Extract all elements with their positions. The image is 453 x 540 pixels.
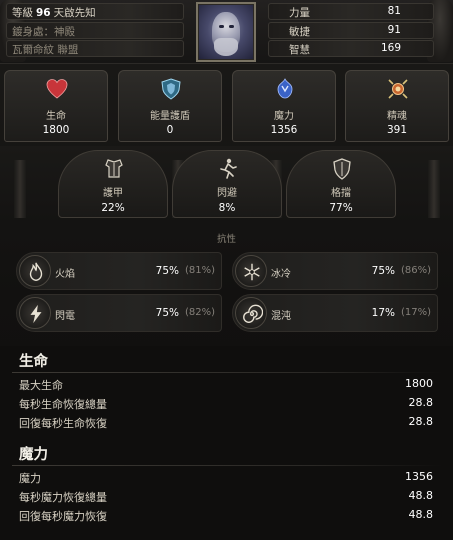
row-label: 每秒魔力恢復總量: [19, 491, 107, 504]
row-value: 48.8: [408, 508, 434, 521]
stat-label: 能量護盾: [150, 111, 190, 122]
defense-evasion[interactable]: 閃避 8%: [172, 150, 282, 218]
chaos-icon: [243, 304, 263, 323]
row-label: 回復每秒生命恢復: [19, 417, 107, 430]
life-row[interactable]: 回復每秒生命恢復 28.8: [12, 413, 442, 431]
attribute-value: 91: [387, 24, 401, 36]
heart-icon: [46, 79, 68, 99]
stat-label: 生命: [46, 111, 66, 122]
row-label: 每秒生命恢復總量: [19, 398, 107, 411]
stat-spirit[interactable]: 精魂 391: [345, 70, 449, 142]
attribute-label: 智慧: [289, 44, 310, 56]
mana-section-title: 魔力: [19, 447, 48, 463]
cold-icon: [244, 263, 260, 281]
mana-icon: [277, 78, 293, 99]
resistance-fire[interactable]: 火焰 75% (81%): [16, 252, 222, 290]
defense-armour[interactable]: 護甲 22%: [58, 150, 168, 218]
spirit-icon: [388, 79, 408, 99]
defense-label: 護甲: [103, 188, 123, 199]
row-value: 28.8: [408, 396, 434, 409]
attribute-strength[interactable]: 力量 81: [268, 3, 434, 20]
life-row[interactable]: 每秒生命恢復總量 28.8: [12, 394, 442, 412]
resistance-value: 75%: [371, 265, 395, 277]
armour-icon: [105, 159, 123, 178]
resistance-cold[interactable]: 冰冷 75% (86%): [232, 252, 438, 290]
attribute-value: 169: [380, 42, 401, 54]
stat-value: 391: [386, 124, 408, 136]
resistance-lightning[interactable]: 閃電 75% (82%): [16, 294, 222, 332]
evasion-icon: [220, 158, 237, 179]
resistance-icon-ring: [19, 255, 51, 287]
level-value: 96: [36, 7, 51, 19]
resistance-value: 17%: [371, 307, 395, 319]
resistance-label: 閃電: [55, 311, 75, 322]
pillar-ornament: [14, 160, 26, 218]
character-portrait[interactable]: [196, 2, 256, 62]
mana-row[interactable]: 回復每秒魔力恢復 48.8: [12, 506, 442, 524]
stat-value: 1800: [42, 124, 70, 136]
resistance-value: 75%: [155, 265, 179, 277]
resistance-label: 冰冷: [271, 269, 291, 280]
resistance-label: 火焰: [55, 269, 75, 280]
resistance-icon-ring: [19, 297, 51, 329]
portrait-beard: [214, 38, 238, 56]
pillar-ornament: [428, 160, 440, 218]
attribute-label: 力量: [289, 7, 310, 19]
fire-icon: [29, 262, 43, 281]
defense-label: 格擋: [331, 188, 351, 199]
stat-label: 精魂: [387, 111, 407, 122]
row-value: 28.8: [408, 415, 434, 428]
stat-label: 魔力: [274, 111, 294, 122]
stat-value: 1356: [270, 124, 298, 136]
resistance-chaos[interactable]: 混沌 17% (17%): [232, 294, 438, 332]
defense-block[interactable]: 格擋 77%: [286, 150, 396, 218]
resistance-max: (82%): [184, 307, 215, 318]
resistance-value: 75%: [155, 307, 179, 319]
portrait-eye: [219, 25, 224, 28]
row-label: 最大生命: [19, 379, 63, 392]
row-value: 1356: [405, 470, 433, 483]
defense-value: 8%: [218, 202, 236, 214]
guardian-text: 鍍身處：神殿: [12, 26, 75, 38]
resistance-icon-ring: [235, 297, 267, 329]
resistance-max: (17%): [400, 307, 431, 318]
section-divider: [12, 465, 442, 466]
character-level-line: 等級 96 天啟先知: [12, 5, 96, 20]
block-icon: [333, 158, 351, 180]
lightning-icon: [30, 304, 42, 324]
attribute-intelligence[interactable]: 智慧 169: [268, 40, 434, 57]
row-value: 48.8: [408, 489, 434, 502]
stat-life[interactable]: 生命 1800: [4, 70, 108, 142]
resistance-max: (86%): [400, 265, 431, 276]
defense-label: 閃避: [217, 188, 237, 199]
mana-row[interactable]: 魔力 1356: [12, 468, 442, 486]
resistance-icon-ring: [235, 255, 267, 287]
life-section-title: 生命: [19, 354, 48, 370]
energy-shield-icon: [161, 78, 181, 100]
attribute-value: 81: [387, 5, 401, 17]
row-label: 魔力: [19, 472, 41, 485]
resistance-max: (81%): [184, 265, 215, 276]
alliance-text: 瓦爾命紋 聯盟: [12, 44, 79, 56]
attribute-label: 敏捷: [289, 26, 310, 38]
level-label: 等級: [12, 7, 33, 19]
class-name: 天啟先知: [53, 7, 96, 19]
stat-value: 0: [166, 124, 174, 136]
character-stats-panel: 等級 96 天啟先知 鍍身處：神殿 瓦爾命紋 聯盟 力量 81 敏捷 91 智慧 1…: [0, 0, 453, 540]
row-value: 1800: [405, 377, 433, 390]
attribute-dexterity[interactable]: 敏捷 91: [268, 22, 434, 39]
mana-row[interactable]: 每秒魔力恢復總量 48.8: [12, 487, 442, 505]
stat-energy-shield[interactable]: 能量護盾 0: [118, 70, 222, 142]
character-header: 等級 96 天啟先知 鍍身處：神殿 瓦爾命紋 聯盟 力量 81 敏捷 91 智慧 1…: [0, 0, 453, 64]
resistance-label: 混沌: [271, 311, 291, 322]
row-label: 回復每秒魔力恢復: [19, 510, 107, 523]
resistance-panel: 火焰 75% (81%) 冰冷 75% (86%) 閃電 75% (82%) 混…: [16, 246, 438, 338]
life-row[interactable]: 最大生命 1800: [12, 375, 442, 393]
defense-value: 22%: [101, 202, 125, 214]
resistance-title: 抗性: [216, 234, 236, 245]
section-divider: [12, 372, 442, 373]
stat-mana[interactable]: 魔力 1356: [232, 70, 336, 142]
portrait-eye: [229, 25, 234, 28]
defense-value: 77%: [329, 202, 353, 214]
